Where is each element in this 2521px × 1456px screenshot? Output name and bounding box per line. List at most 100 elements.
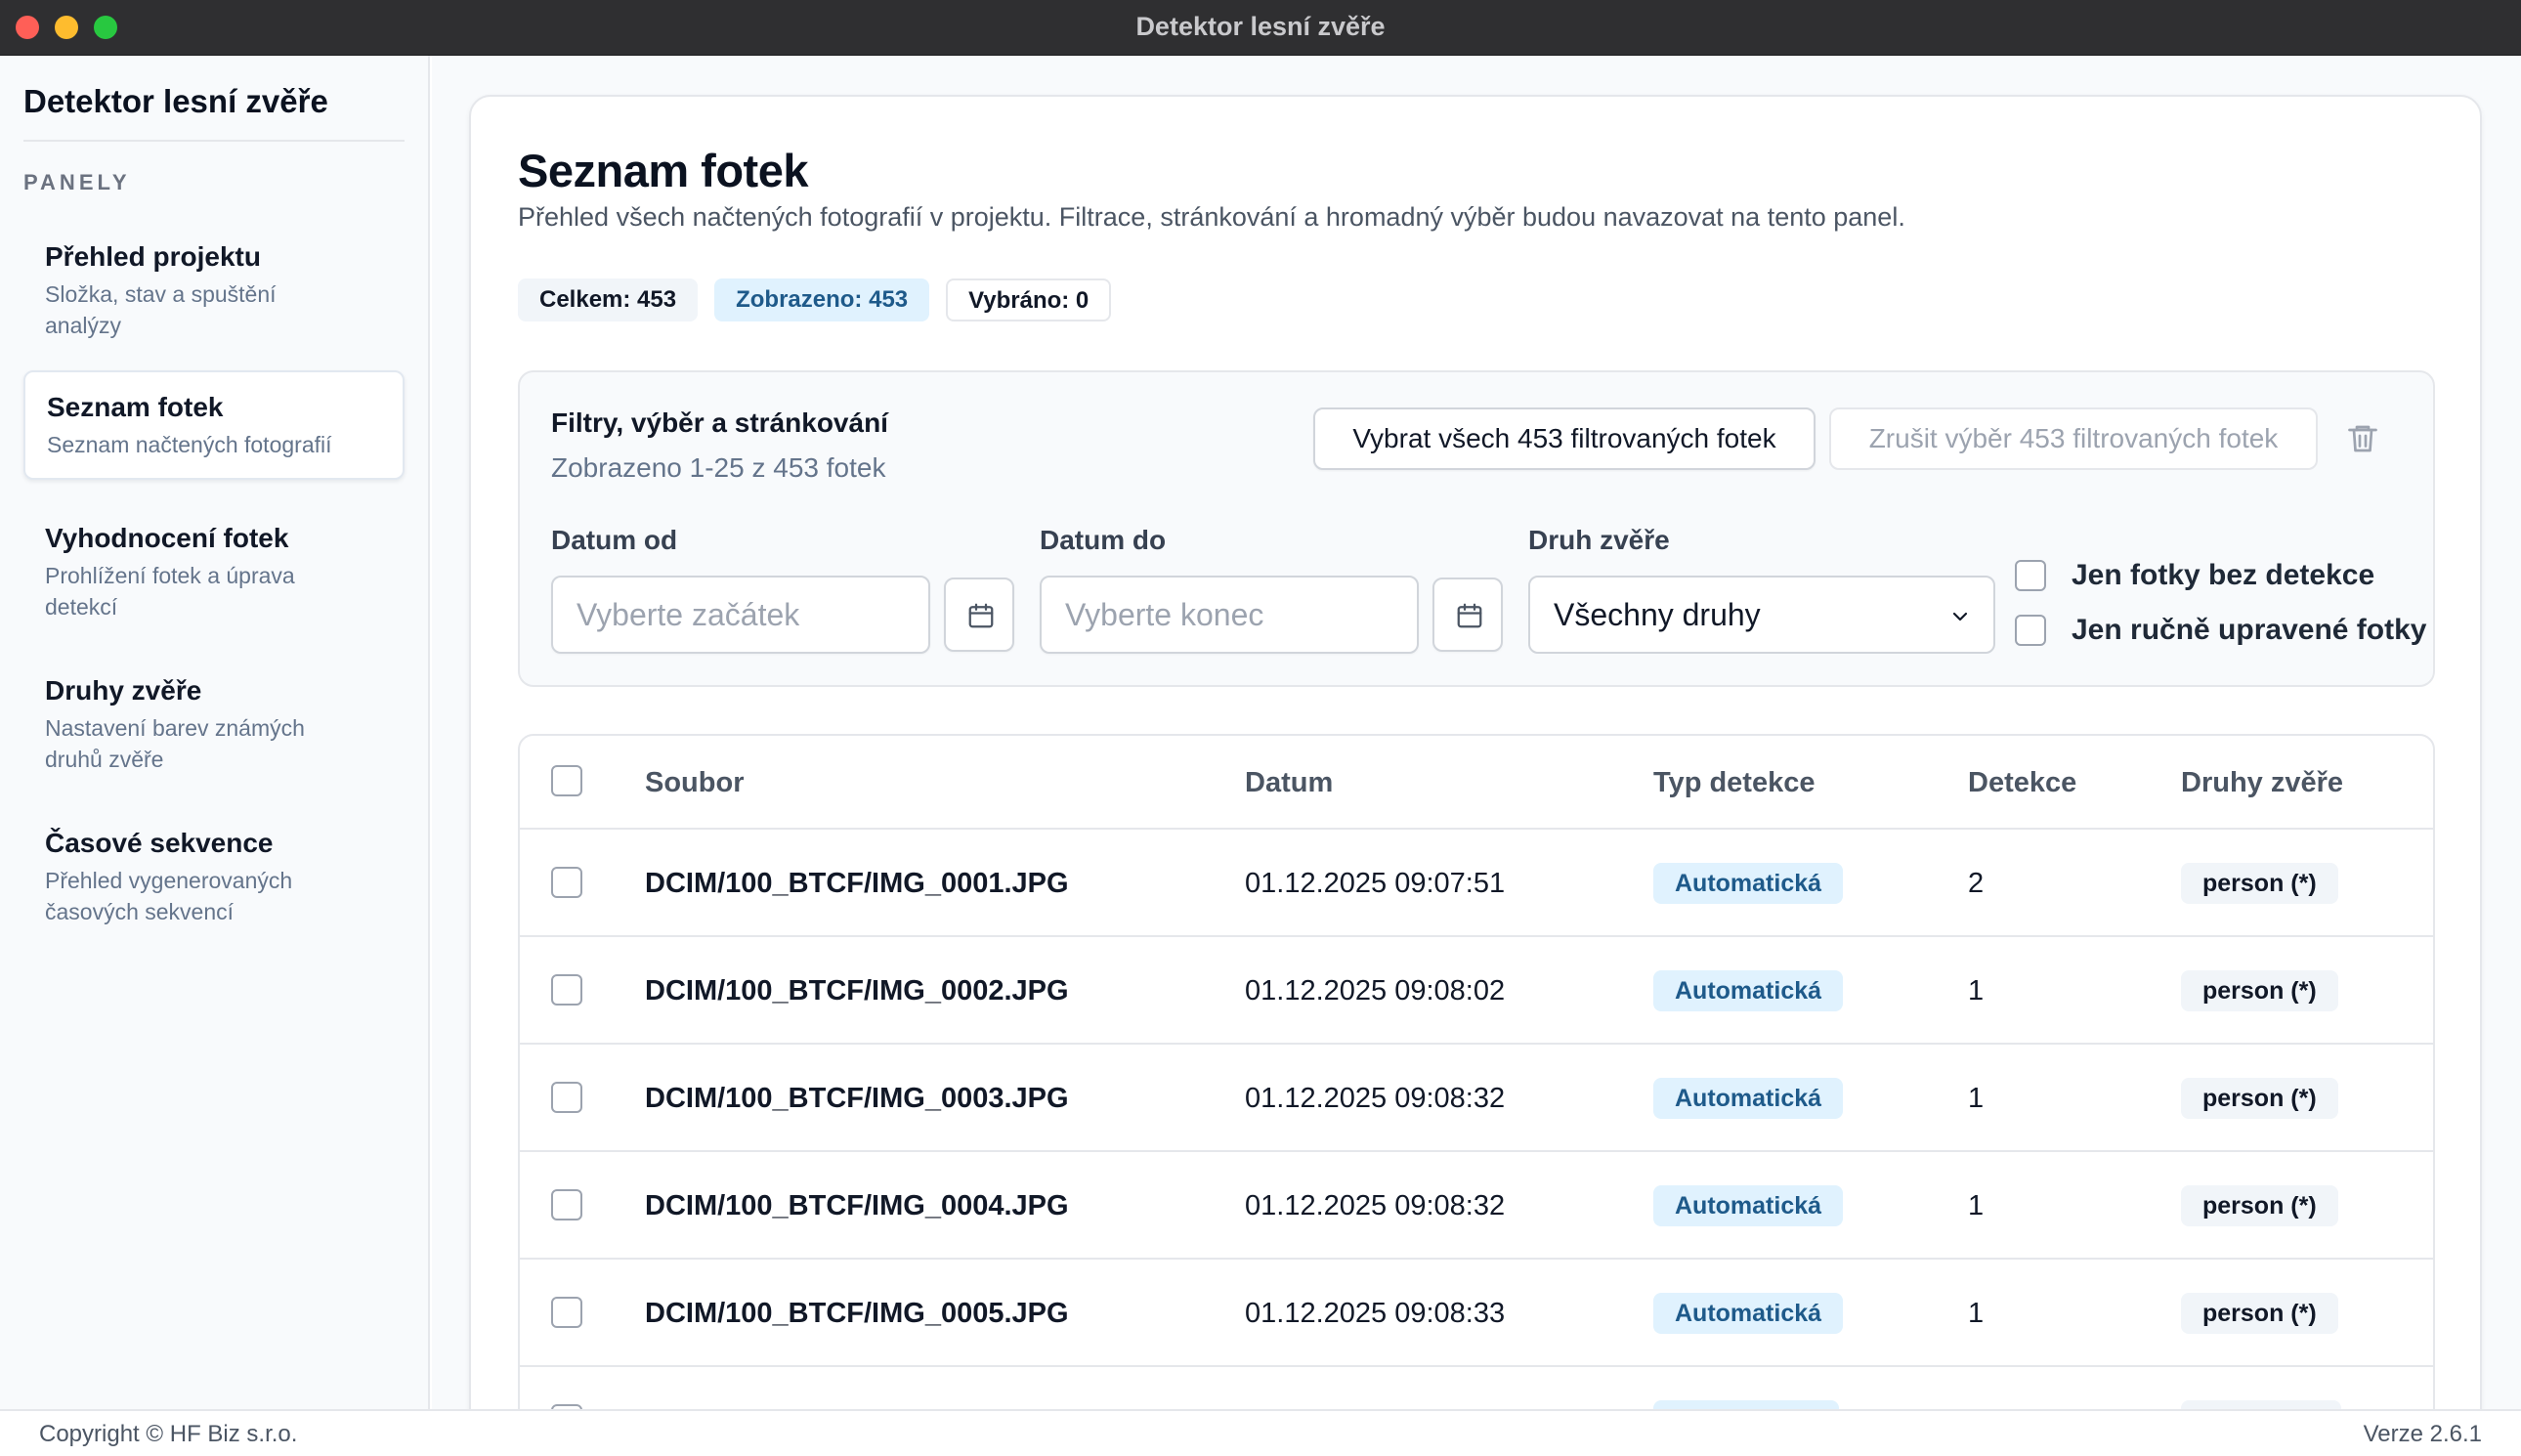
row-checkbox[interactable]: [551, 974, 582, 1006]
row-species-badge: person (*): [2181, 1185, 2338, 1226]
only-manual-checkbox[interactable]: [2015, 615, 2046, 646]
column-header-detections[interactable]: Detekce: [1968, 736, 2076, 830]
clear-selection-button[interactable]: Zrušit výběr 453 filtrovaných fotek: [1829, 407, 2318, 470]
only-manual-option[interactable]: Jen ručně upravené fotky: [2015, 611, 2426, 650]
summary-badges: Celkem: 453 Zobrazeno: 453 Vybráno: 0: [518, 278, 1112, 321]
species-label: Druh zvěře: [1528, 525, 1670, 555]
row-species-badge: person (*): [2181, 970, 2338, 1011]
sidebar-item-title: Druhy zvěře: [45, 675, 202, 706]
sidebar-item-title: Časové sekvence: [45, 828, 274, 858]
table-row[interactable]: DCIM/100_BTCF/IMG_0003.JPG 01.12.2025 09…: [520, 1045, 2433, 1152]
row-checkbox[interactable]: [551, 1297, 582, 1328]
copyright-text: Copyright © HF Biz s.r.o.: [39, 1421, 298, 1447]
shown-badge: Zobrazeno: 453: [714, 278, 930, 321]
select-all-filtered-button[interactable]: Vybrat všech 453 filtrovaných fotek: [1313, 407, 1816, 470]
panels-heading: PANELY: [23, 170, 131, 194]
sidebar: Detektor lesní zvěře PANELY Přehled proj…: [0, 56, 430, 1409]
row-species-badge: person (*): [2181, 1293, 2338, 1334]
only-manual-label: Jen ručně upravené fotky: [2072, 614, 2427, 646]
chevron-down-icon: [1952, 612, 1968, 621]
only-no-detection-label: Jen fotky bez detekce: [2072, 559, 2375, 591]
table-row-partial[interactable]: [520, 1367, 2433, 1409]
row-detection-type-badge: Automatická: [1653, 1293, 1844, 1334]
row-checkbox[interactable]: [551, 867, 582, 898]
sidebar-item-title: Vyhodnocení fotek: [45, 523, 289, 553]
row-detection-count: 1: [1968, 975, 1985, 1006]
row-detection-type-badge: [1653, 1400, 1839, 1409]
row-date: 01.12.2025 09:08:32: [1245, 1083, 1506, 1114]
row-species-badge: [2181, 1400, 2341, 1409]
selected-badge: Vybráno: 0: [946, 278, 1112, 321]
row-detection-count: 1: [1968, 1190, 1985, 1221]
sidebar-item-project-overview[interactable]: Přehled projektu Složka, stav a spuštění…: [23, 222, 405, 359]
species-select-value: Všechny druhy: [1554, 597, 1761, 632]
row-detection-count: 1: [1968, 1083, 1985, 1114]
trash-icon[interactable]: [2345, 421, 2380, 456]
row-checkbox[interactable]: [551, 1082, 582, 1113]
sidebar-item-title: Seznam fotek: [47, 392, 224, 422]
date-to-calendar-button[interactable]: [1432, 578, 1503, 652]
date-from-calendar-button[interactable]: [944, 578, 1014, 652]
table-row[interactable]: DCIM/100_BTCF/IMG_0002.JPG 01.12.2025 09…: [520, 937, 2433, 1045]
row-file: DCIM/100_BTCF/IMG_0002.JPG: [645, 975, 1069, 1006]
species-select[interactable]: Všechny druhy: [1528, 576, 1995, 654]
sidebar-item-photo-evaluation[interactable]: Vyhodnocení fotek Prohlížení fotek a úpr…: [23, 503, 405, 640]
photo-table: Soubor Datum Typ detekce Detekce Druhy z…: [518, 734, 2435, 1409]
status-footer: Copyright © HF Biz s.r.o. Verze 2.6.1: [0, 1409, 2521, 1456]
table-row[interactable]: DCIM/100_BTCF/IMG_0005.JPG 01.12.2025 09…: [520, 1260, 2433, 1367]
row-detection-type-badge: Automatická: [1653, 1185, 1844, 1226]
sidebar-item-species[interactable]: Druhy zvěře Nastavení barev známých druh…: [23, 656, 405, 792]
window-title: Detektor lesní zvěře: [1135, 12, 1386, 41]
version-text: Verze 2.6.1: [2363, 1421, 2482, 1447]
filter-panel: Filtry, výběr a stránkování Zobrazeno 1-…: [518, 370, 2435, 687]
table-header: Soubor Datum Typ detekce Detekce Druhy z…: [520, 736, 2433, 830]
row-species-badge: person (*): [2181, 1078, 2338, 1119]
date-to-label: Datum do: [1040, 525, 1167, 555]
table-row[interactable]: DCIM/100_BTCF/IMG_0001.JPG 01.12.2025 09…: [520, 830, 2433, 937]
row-detection-type-badge: Automatická: [1653, 1078, 1844, 1119]
column-header-date[interactable]: Datum: [1245, 736, 1333, 830]
sidebar-item-subtitle: Nastavení barev známých druhů zvěře: [45, 715, 305, 772]
row-species-badge: person (*): [2181, 863, 2338, 904]
row-file: DCIM/100_BTCF/IMG_0004.JPG: [645, 1190, 1069, 1221]
select-all-checkbox[interactable]: [551, 765, 582, 796]
sidebar-item-photo-list[interactable]: Seznam fotek Seznam načtených fotografií: [23, 370, 405, 480]
sidebar-item-title: Přehled projektu: [45, 241, 261, 272]
row-date: 01.12.2025 09:08:02: [1245, 975, 1506, 1006]
sidebar-item-subtitle: Složka, stav a spuštění analýzy: [45, 281, 277, 338]
date-to-input[interactable]: [1040, 576, 1419, 654]
calendar-icon: [1457, 603, 1482, 628]
row-checkbox[interactable]: [551, 1189, 582, 1220]
row-date: 01.12.2025 09:08:32: [1245, 1190, 1506, 1221]
calendar-icon: [968, 603, 994, 628]
sidebar-item-time-sequences[interactable]: Časové sekvence Přehled vygenerovaných č…: [23, 808, 405, 945]
row-detection-type-badge: Automatická: [1653, 970, 1844, 1011]
only-no-detection-checkbox[interactable]: [2015, 560, 2046, 591]
date-from-label: Datum od: [551, 525, 678, 555]
column-header-detection-type[interactable]: Typ detekce: [1653, 736, 1815, 830]
page-description: Přehled všech načtených fotografií v pro…: [518, 202, 1905, 232]
sidebar-item-subtitle: Přehled vygenerovaných časových sekvencí: [45, 868, 293, 924]
photo-list-card: Seznam fotek Přehled všech načtených fot…: [469, 95, 2482, 1409]
table-row[interactable]: DCIM/100_BTCF/IMG_0004.JPG 01.12.2025 09…: [520, 1152, 2433, 1260]
row-detection-count: 1: [1968, 1298, 1985, 1329]
row-date: 01.12.2025 09:07:51: [1245, 868, 1506, 899]
row-detection-count: 2: [1968, 868, 1985, 899]
row-file: DCIM/100_BTCF/IMG_0001.JPG: [645, 868, 1069, 899]
total-badge: Celkem: 453: [518, 278, 699, 321]
column-header-file[interactable]: Soubor: [645, 736, 745, 830]
sidebar-divider: [23, 140, 405, 142]
row-date: 01.12.2025 09:08:33: [1245, 1298, 1506, 1329]
sidebar-item-subtitle: Seznam načtených fotografií: [47, 432, 332, 457]
app-name: Detektor lesní zvěře: [23, 83, 328, 119]
column-header-species[interactable]: Druhy zvěře: [2181, 736, 2343, 830]
row-detection-type-badge: Automatická: [1653, 863, 1844, 904]
window-titlebar: Detektor lesní zvěře: [0, 0, 2521, 56]
filter-title: Filtry, výběr a stránkování: [551, 407, 888, 438]
sidebar-item-subtitle: Prohlížení fotek a úprava detekcí: [45, 563, 295, 620]
date-from-input[interactable]: [551, 576, 930, 654]
only-no-detection-option[interactable]: Jen fotky bez detekce: [2015, 556, 2374, 595]
pagination-range: Zobrazeno 1-25 z 453 fotek: [551, 452, 886, 483]
row-file: DCIM/100_BTCF/IMG_0003.JPG: [645, 1083, 1069, 1114]
main-content: Seznam fotek Přehled všech načtených fot…: [432, 56, 2521, 1409]
